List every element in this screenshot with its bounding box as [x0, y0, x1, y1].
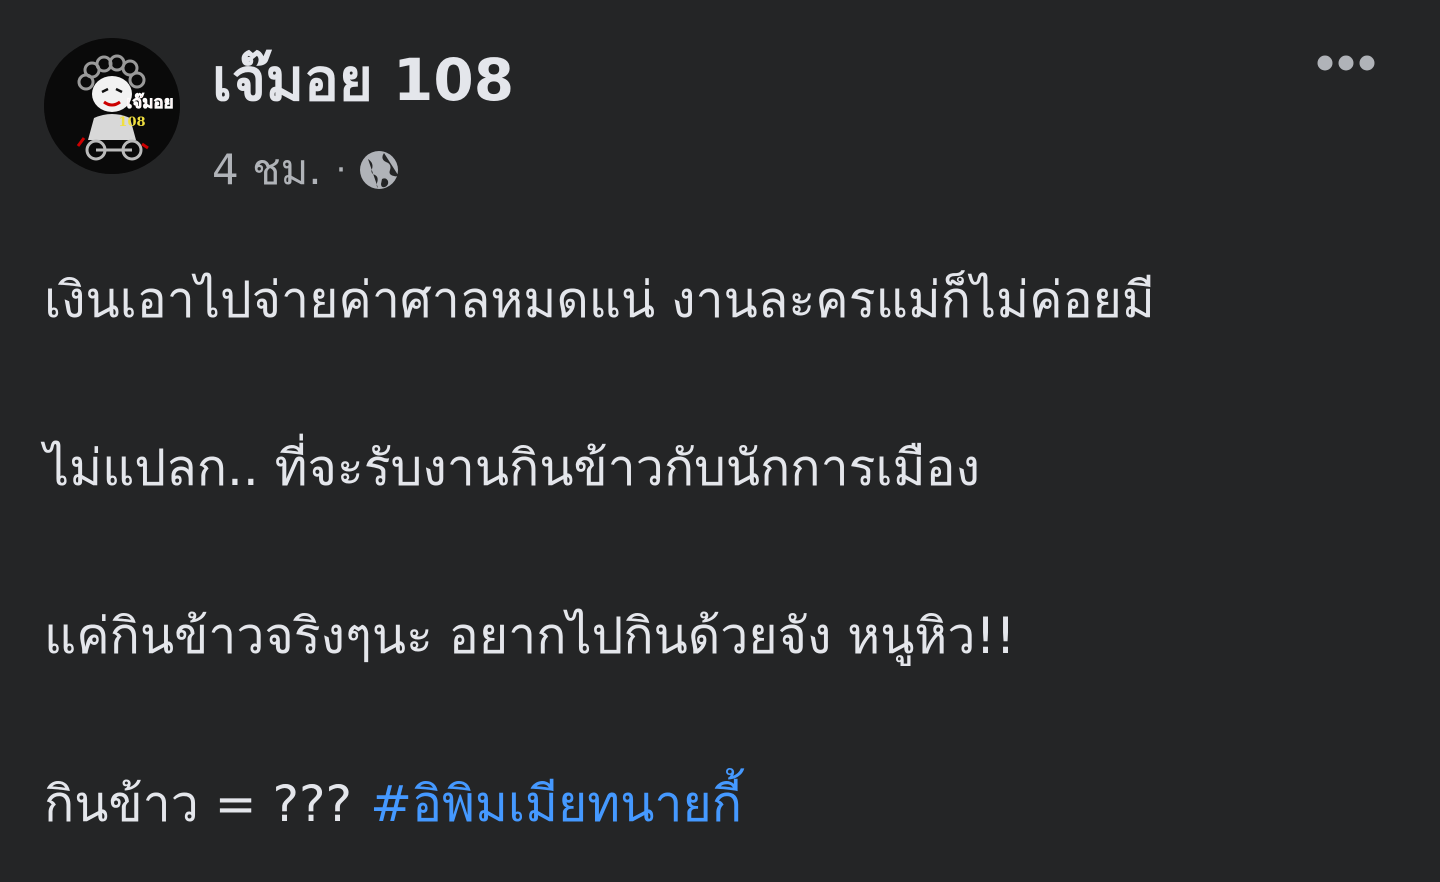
hashtag-link[interactable]: #อิพิมเมียทนายกี้ — [370, 775, 742, 833]
post-card: เจ๊มอย 108 เจ๊มอย 108 4 ชม. · เงินเอาไปจ… — [0, 0, 1440, 882]
post-meta: 4 ชม. · — [212, 140, 400, 200]
more-options-button[interactable] — [1306, 38, 1386, 88]
globe-icon[interactable] — [358, 149, 400, 191]
post-text-line-2: ไม่แปลก.. ที่จะรับงานกินข้าวกับนักการเมื… — [44, 439, 980, 497]
author-name[interactable]: เจ๊มอย 108 — [212, 42, 514, 118]
post-body: เงินเอาไปจ่ายค่าศาลหมดแน่ งานละครแม่ก็ไม… — [44, 258, 1404, 846]
more-horizontal-icon — [1317, 55, 1375, 71]
post-timestamp[interactable]: 4 ชม. — [212, 137, 322, 203]
post-text-line-3: แค่กินข้าวจริงๆนะ อยากไปกินด้วยจัง หนูหิ… — [44, 607, 1016, 665]
post-text-line-1: เงินเอาไปจ่ายค่าศาลหมดแน่ งานละครแม่ก็ไม… — [44, 271, 1155, 329]
post-text-line-4-text: กินข้าว = ??? — [44, 775, 353, 833]
profile-avatar-icon: เจ๊มอย 108 — [44, 38, 180, 174]
avatar-logo-text: เจ๊มอย — [126, 93, 173, 113]
avatar-logo-number: 108 — [118, 115, 145, 130]
meta-separator: · — [335, 150, 347, 190]
author-avatar[interactable]: เจ๊มอย 108 — [44, 38, 180, 174]
post-text-line-4: กินข้าว = ??? #อิพิมเมียทนายกี้ — [44, 762, 1404, 846]
